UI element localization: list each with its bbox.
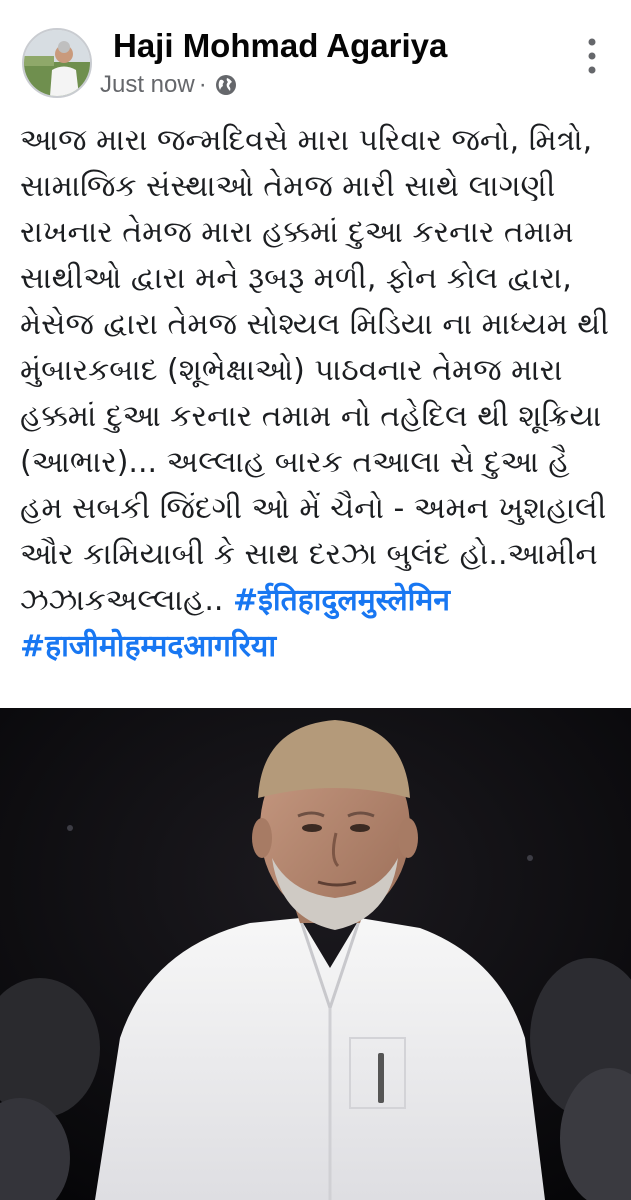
post-text-line: ઔર કામિયાબી કે સાથ દરઝા બુલંદ હો..આમીન <box>20 537 598 572</box>
post-text-line: મેસેજ દ્વારા તેમજ સોશ્યલ મિડિયા ના માધ્ય… <box>20 307 609 342</box>
author-name[interactable]: Haji Mohmad Agariya <box>113 26 447 66</box>
post-text-line: સાથીઓ દ્વારા મને રૂબરૂ મળી, ફોન કોલ દ્વા… <box>20 261 572 296</box>
post-text-hashtag-line: #हाजीमोहम्मदआगरिया <box>20 624 620 670</box>
post-text-last-line: ઝઝાકઅલ્લાહ.. #ईतिहादुलमुस्लेमिन <box>20 578 620 624</box>
post-text-line: (આભાર)... અલ્લાહ બારક તઆલા સે દુઆ હૈ <box>20 445 570 480</box>
post-text-line: હમ સબકી જિંદગી ઓ મેં ચૈનો - અમન ખુશહાલી <box>20 491 607 526</box>
post-text-line: મુંબારકબાદ (શૂભેક્ષાઓ) પાઠવનાર તેમજ મારા <box>20 353 563 388</box>
post-header: Haji Mohmad Agariya Just now · <box>0 0 631 110</box>
post-text: આજ મારા જન્મદિવસે મારા પરિવાર જનો, મિત્ર… <box>20 118 620 670</box>
post-photo[interactable] <box>0 708 631 1200</box>
meta-separator: · <box>198 71 207 98</box>
post-text-line: રાખનાર તેમજ મારા હક્કમાં દુઆ કરનાર તમામ <box>20 215 574 250</box>
facebook-post: Haji Mohmad Agariya Just now · આજ મારા જ… <box>0 0 631 1200</box>
portrait-image <box>0 708 631 1200</box>
avatar[interactable] <box>22 28 92 98</box>
hashtag-link[interactable]: #हाजीमोहम्मदआगरिया <box>20 629 276 664</box>
post-text-line: હક્કમાં દુઆ કરનાર તમામ નો તહેદિલ થી શૂક્… <box>20 399 602 434</box>
post-timestamp[interactable]: Just now <box>100 71 195 99</box>
avatar-image <box>24 30 90 96</box>
post-text-line: સામાજિક સંસ્થાઓ તેમજ મારી સાથે લાગણી <box>20 169 556 204</box>
globe-icon[interactable] <box>215 74 237 96</box>
vertical-ellipsis-icon[interactable] <box>584 36 600 76</box>
post-meta: Just now · <box>100 70 237 100</box>
hashtag-link[interactable]: #ईतिहादुलमुस्लेमिन <box>233 583 450 618</box>
post-text-closing: ઝઝાકઅલ્લાહ.. <box>20 583 233 618</box>
post-text-line: આજ મારા જન્મદિવસે મારા પરિવાર જનો, મિત્ર… <box>20 123 593 158</box>
